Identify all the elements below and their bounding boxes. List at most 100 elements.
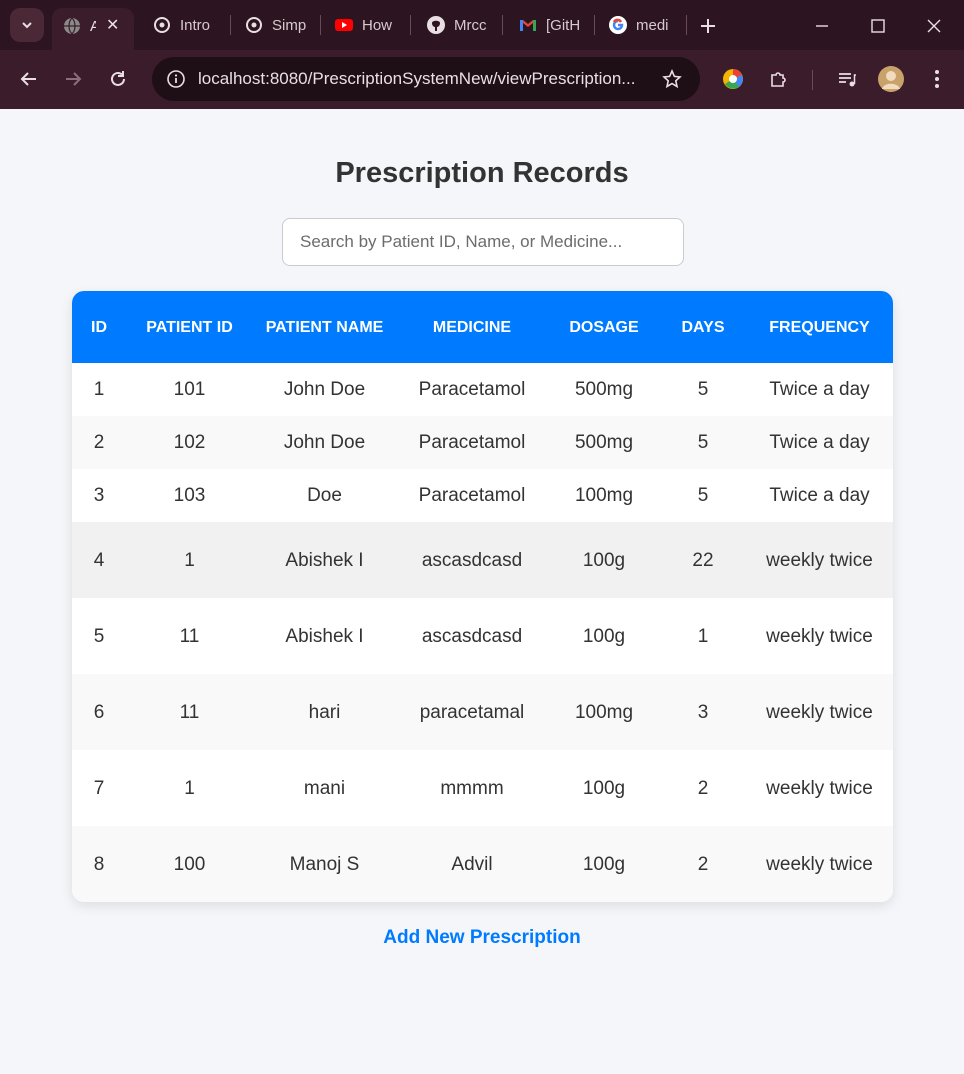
tab-medi[interactable]: medi [608,8,670,42]
cell-patient-name: John Doe [283,432,366,453]
cell-medicine: ascasdcasd [421,625,523,647]
url-text[interactable]: localhost:8080/PrescriptionSystemNew/vie… [198,69,648,89]
tab-label: Mrcc [454,16,487,34]
cell-days: 5 [697,485,709,506]
cell-patient-id: 11 [179,625,200,647]
cell-patient-id: 11 [179,701,200,723]
cell-dosage: 100mg [574,485,634,506]
page-title: Prescription Records [335,157,629,189]
cell-days: 2 [697,853,709,875]
close-tab-icon[interactable]: ✕ [106,15,119,35]
tab-separator [686,15,687,35]
cell-patient-id: 102 [173,432,206,453]
address-bar[interactable]: localhost:8080/PrescriptionSystemNew/vie… [152,57,700,101]
cell-days: 22 [692,549,714,571]
cell-id: 2 [93,432,105,453]
table-row[interactable]: 5 11 Abishek I ascasdcasd 100g 1 weekly … [72,598,893,674]
tab-github-mail[interactable]: [GitH [518,8,580,42]
youtube-icon [335,19,353,31]
reload-icon [111,71,125,86]
playlist-icon [839,73,856,87]
google-icon [609,16,627,34]
cell-patient-name: Abishek I [285,549,364,571]
table-row[interactable]: 7 1 mani mmmm 100g 2 weekly twice [72,750,893,826]
close-window-button[interactable] [920,12,948,40]
cell-id: 1 [93,379,105,400]
add-prescription-container: Add New Prescription [0,927,964,949]
cell-medicine: Paracetamol [418,485,526,506]
close-icon [927,19,941,33]
extensions-button[interactable] [762,62,796,96]
column-header-patient-id[interactable]: Patient ID [126,291,253,363]
tab-separator [320,15,321,35]
cell-patient-name: hari [308,701,341,723]
cell-id: 5 [93,625,105,647]
reload-button[interactable] [101,62,135,96]
cell-patient-id: 103 [173,485,206,506]
tab-how[interactable]: How [334,8,396,42]
cell-patient-name: Abishek I [285,625,364,647]
bookmark-button[interactable] [658,65,686,93]
cell-patient-name: Doe [307,485,342,506]
back-button[interactable] [12,62,46,96]
color-extension-button[interactable] [716,62,750,96]
puzzle-icon [771,72,786,87]
cell-dosage: 100g [582,777,626,799]
profile-avatar[interactable] [874,62,908,96]
tab-separator [230,15,231,35]
cell-medicine: Paracetamol [418,432,526,453]
color-wheel-icon [723,69,743,89]
star-icon [662,69,682,89]
cell-id: 7 [93,777,105,799]
site-info-button[interactable] [162,65,190,93]
table-row[interactable]: 2 102 John Doe Paracetamol 500mg 5 Twice… [72,416,893,469]
maximize-button[interactable] [864,12,892,40]
column-header-medicine[interactable]: Medicine [396,291,548,363]
tab-label: How [362,16,393,34]
menu-button[interactable] [920,62,954,96]
new-tab-button[interactable] [694,12,722,40]
tab-label: medi [636,16,669,34]
column-header-days[interactable]: Days [660,291,746,363]
tab-mrcc[interactable]: Mrcc [426,8,488,42]
tab-label: Intro [180,16,211,34]
cell-patient-name: mani [303,777,346,799]
table-row[interactable]: 1 101 John Doe Paracetamol 500mg 5 Twice… [72,363,893,416]
column-header-frequency[interactable]: Frequency [746,291,893,363]
cell-id: 8 [93,853,105,875]
table-row[interactable]: 4 1 Abishek I ascasdcasd 100g 22 weekly … [72,522,893,598]
table-row[interactable]: 6 11 hari paracetamal 100mg 3 weekly twi… [72,674,893,750]
column-header-dosage[interactable]: Dosage [548,291,660,363]
cell-frequency: Twice a day [769,432,870,453]
forward-button[interactable] [56,62,90,96]
page-content: Prescription Records ID Patient ID Patie… [0,109,964,1074]
table-row[interactable]: 3 103 Doe Paracetamol 100mg 5 Twice a da… [72,469,893,522]
table-row[interactable]: 8 100 Manoj S Advil 100g 2 weekly twice [72,826,893,902]
tab-intro[interactable]: Intro [152,8,214,42]
minimize-button[interactable] [808,12,836,40]
toolbar: localhost:8080/PrescriptionSystemNew/vie… [0,50,964,109]
column-header-patient-name[interactable]: Patient Name [253,291,396,363]
table-header-row: ID Patient ID Patient Name Medicine Dosa… [72,291,893,363]
arrow-left-icon [20,72,36,86]
tab-active[interactable]: A ✕ [52,8,134,50]
cell-dosage: 500mg [574,432,634,453]
column-header-id[interactable]: ID [72,291,126,363]
cell-frequency: weekly twice [766,549,873,571]
cell-dosage: 100mg [574,701,634,723]
cell-days: 5 [697,379,709,400]
cell-dosage: 100g [582,549,626,571]
cell-medicine: paracetamal [419,701,525,723]
minimize-icon [816,25,828,27]
cell-days: 1 [697,625,709,647]
gmail-icon [520,20,536,31]
search-input[interactable] [282,218,684,266]
tab-search-button[interactable] [10,8,44,42]
add-prescription-link[interactable]: Add New Prescription [383,927,580,948]
cell-frequency: Twice a day [769,379,870,400]
cell-days: 2 [697,777,709,799]
prescription-table: ID Patient ID Patient Name Medicine Dosa… [72,291,893,902]
media-controls-button[interactable] [830,62,864,96]
github-icon [427,16,445,34]
tab-simp[interactable]: Simp [244,8,306,42]
